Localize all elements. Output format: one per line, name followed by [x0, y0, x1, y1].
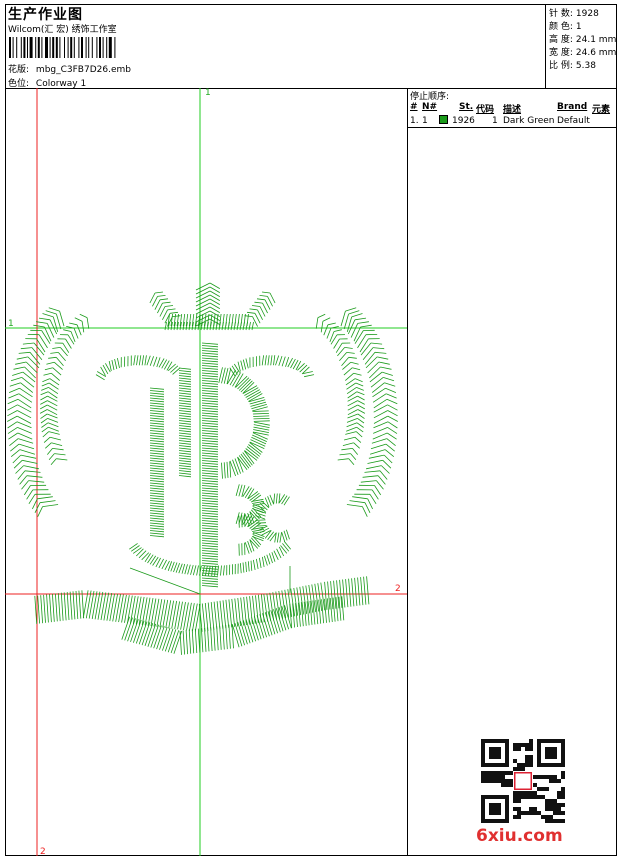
panel-divider: [407, 88, 408, 856]
col-needle: N#: [422, 102, 438, 112]
stat-width: 宽 度: 24.6 mm: [549, 48, 617, 58]
table-divider: [407, 127, 617, 128]
row-description: Dark Green: [503, 116, 555, 126]
col-index: #: [410, 102, 418, 112]
row-code: 1: [492, 116, 498, 126]
row-stitches: 1926: [452, 116, 475, 126]
watermark-logo: 6xiu.com: [476, 826, 563, 846]
design-file: mbg_C3FB7D26.emb: [35, 65, 131, 75]
stats-divider: [545, 4, 546, 88]
design-row: 花版: mbg_C3FB7D26.emb: [8, 62, 131, 75]
col-description: 描述: [503, 105, 522, 115]
axis-label-right: 2: [395, 584, 401, 594]
col-brand: Brand: [557, 102, 588, 112]
col-code: 代码: [476, 105, 495, 115]
row-brand: Default: [557, 116, 590, 126]
axis-label-top: 1: [205, 88, 211, 98]
stop-sequence-heading: 停止顺序:: [410, 92, 450, 102]
col-element: 元素: [592, 105, 611, 115]
barcode: [9, 37, 116, 58]
axis-label-left: 1: [8, 319, 14, 329]
row-index: 1.: [410, 116, 419, 126]
col-stitches: St.: [459, 102, 474, 112]
stat-colors: 颜 色: 1: [549, 22, 582, 32]
stat-scale: 比 例: 5.38: [549, 61, 596, 71]
stat-stitches: 针 数: 1928: [549, 9, 599, 19]
design-canvas: [5, 88, 407, 856]
design-label: 花版:: [8, 65, 30, 75]
stat-height: 高 度: 24.1 mm: [549, 35, 617, 45]
qr-code: [481, 739, 565, 823]
row-needle: 1: [422, 116, 428, 126]
axis-label-bottom: 2: [40, 847, 46, 857]
studio-name: Wilcom(汇 宏) 绣饰工作室: [8, 25, 117, 35]
embroidery-design: [7, 282, 398, 655]
page-title: 生产作业图: [8, 7, 83, 23]
thread-color-swatch: [439, 115, 448, 124]
